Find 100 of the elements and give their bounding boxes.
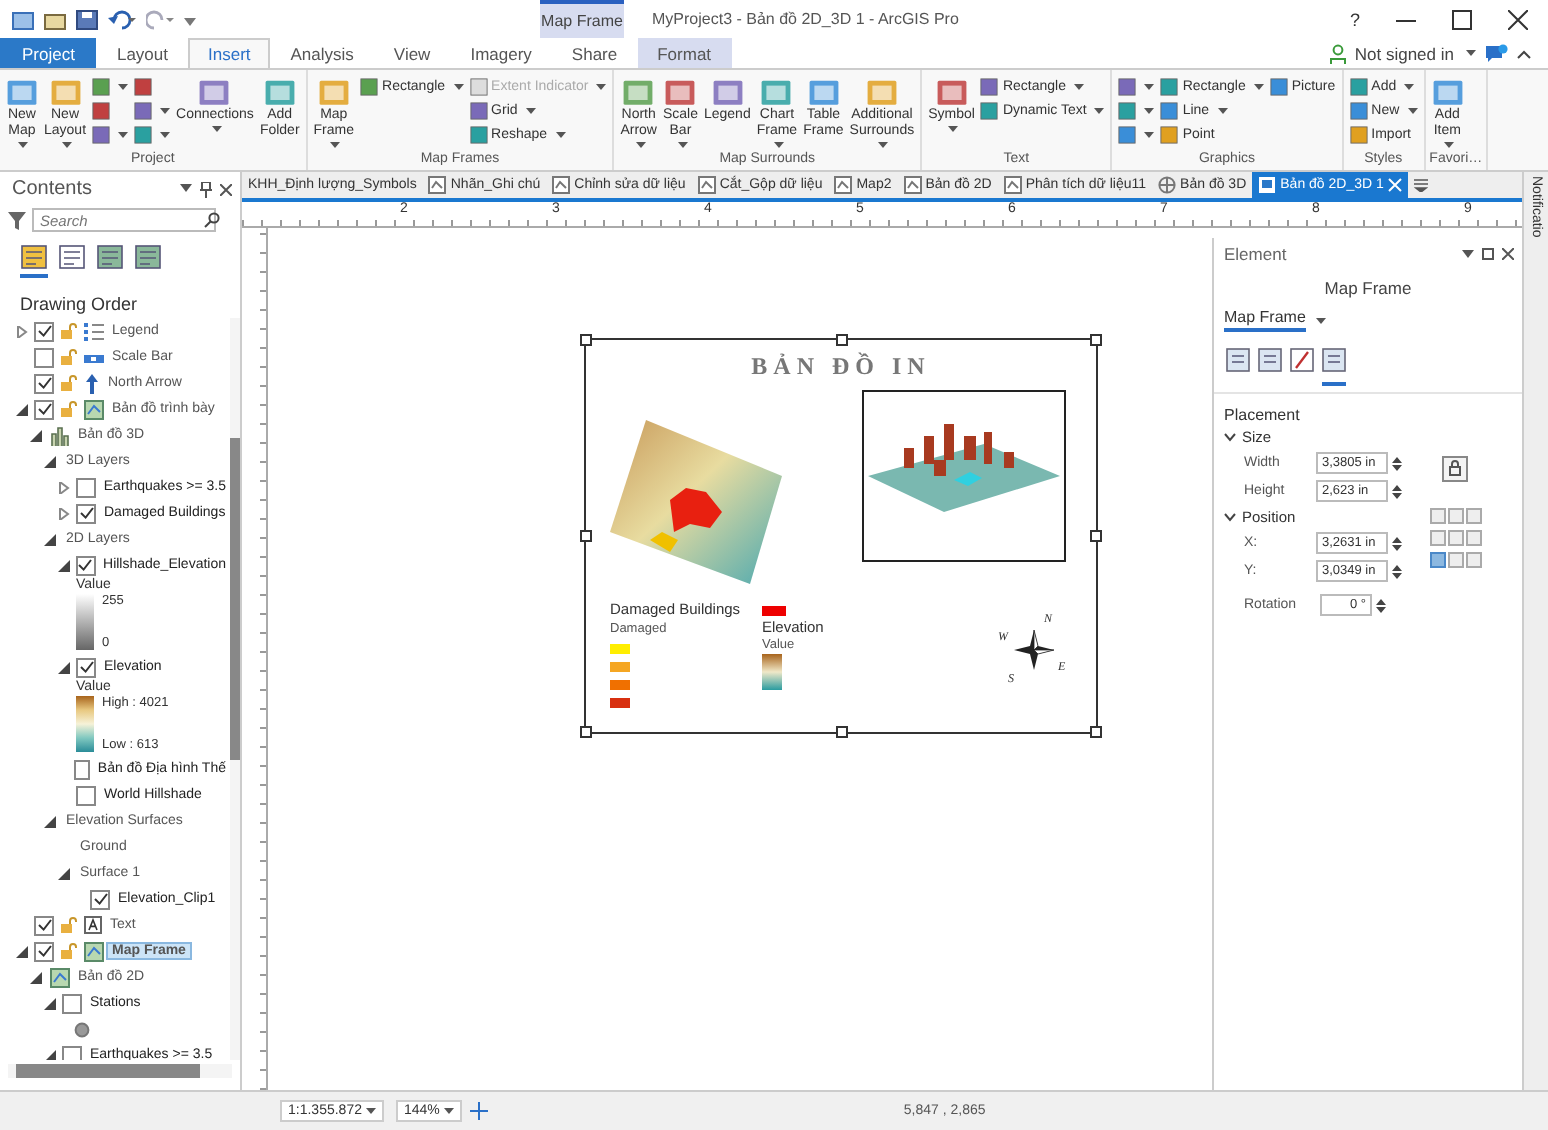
- collapse-arrow-icon[interactable]: [44, 533, 56, 545]
- expand-arrow-icon[interactable]: [58, 507, 70, 519]
- collapse-arrow-icon[interactable]: [44, 455, 56, 467]
- collapse-arrow-icon[interactable]: [30, 429, 42, 441]
- checkbox[interactable]: [73, 759, 90, 779]
- selection-handle[interactable]: [580, 726, 592, 738]
- checkbox[interactable]: [76, 785, 96, 805]
- open-folder-icon[interactable]: [44, 9, 66, 29]
- scrollbar[interactable]: [230, 318, 240, 1060]
- ribbon-tab[interactable]: Share: [551, 38, 638, 68]
- maximize-icon[interactable]: [1452, 9, 1472, 29]
- spinner-icon[interactable]: [1376, 597, 1386, 613]
- collapse-arrow-icon[interactable]: [44, 1049, 56, 1060]
- close-icon[interactable]: [1508, 9, 1528, 29]
- lock-icon[interactable]: [60, 322, 78, 340]
- collapse-chevron-icon[interactable]: [1224, 512, 1236, 522]
- collapse-arrow-icon[interactable]: [16, 403, 28, 415]
- ribbon-button[interactable]: [90, 124, 131, 146]
- ribbon-button[interactable]: [1116, 100, 1157, 122]
- selection-handle[interactable]: [1090, 334, 1102, 346]
- pan-icon[interactable]: [469, 1102, 488, 1120]
- checkbox[interactable]: [76, 555, 96, 575]
- checkbox[interactable]: [76, 477, 96, 497]
- ribbon-button[interactable]: [1116, 124, 1157, 146]
- spinner-icon[interactable]: [1392, 455, 1402, 471]
- notification-icon[interactable]: [1484, 43, 1508, 63]
- collapse-arrow-icon[interactable]: [58, 867, 70, 879]
- filter-icon[interactable]: [8, 211, 26, 229]
- checkbox[interactable]: [76, 503, 96, 523]
- save-icon[interactable]: [76, 9, 98, 29]
- checkbox[interactable]: [34, 321, 54, 341]
- spinner-icon[interactable]: [1392, 563, 1402, 579]
- checkbox[interactable]: [62, 1045, 82, 1060]
- redo-icon[interactable]: [146, 9, 174, 29]
- checkbox[interactable]: [76, 657, 96, 677]
- ribbon-button[interactable]: [132, 124, 173, 146]
- checkbox[interactable]: [34, 399, 54, 419]
- element-selector[interactable]: Map Frame: [1224, 308, 1306, 332]
- lock-icon[interactable]: [60, 348, 78, 366]
- checkbox[interactable]: [34, 915, 54, 935]
- lock-icon[interactable]: [60, 400, 78, 418]
- expand-arrow-icon[interactable]: [58, 481, 70, 493]
- collapse-arrow-icon[interactable]: [16, 945, 28, 957]
- checkbox[interactable]: [34, 373, 54, 393]
- selection-handle[interactable]: [1090, 726, 1102, 738]
- map-icon: [84, 941, 104, 961]
- close-icon[interactable]: [1502, 248, 1514, 260]
- ribbon-tab[interactable]: Insert: [188, 38, 271, 68]
- scrollbar[interactable]: [8, 1064, 232, 1078]
- maximize-icon[interactable]: [1482, 248, 1494, 260]
- lock-icon[interactable]: [60, 942, 78, 960]
- selection-handle[interactable]: [580, 334, 592, 346]
- pane-options-icon[interactable]: [1462, 249, 1474, 259]
- property-tab[interactable]: [1322, 348, 1346, 386]
- ribbon-button[interactable]: [1116, 76, 1157, 98]
- pane-options-icon[interactable]: [180, 184, 192, 194]
- ribbon-tab[interactable]: Format: [637, 38, 732, 68]
- collapse-ribbon-icon[interactable]: [1516, 47, 1532, 59]
- checkbox[interactable]: [34, 347, 54, 367]
- ribbon-tab[interactable]: Imagery: [450, 38, 552, 68]
- collapse-arrow-icon[interactable]: [58, 661, 70, 673]
- selection-handle[interactable]: [835, 726, 847, 738]
- tab-list-icon[interactable]: [1413, 178, 1428, 192]
- spinner-icon[interactable]: [1392, 535, 1402, 551]
- ribbon-tab[interactable]: View: [373, 38, 451, 68]
- aspect-lock-icon[interactable]: [1441, 456, 1467, 482]
- expand-arrow-icon[interactable]: [16, 325, 28, 337]
- ribbon-tab[interactable]: Analysis: [270, 38, 374, 68]
- view-tab[interactable]: [20, 244, 48, 278]
- undo-icon[interactable]: [108, 9, 136, 29]
- help-button[interactable]: ?: [1349, 9, 1360, 29]
- collapse-arrow-icon[interactable]: [44, 815, 56, 827]
- new-project-icon[interactable]: [12, 9, 34, 29]
- checkbox[interactable]: [90, 889, 110, 909]
- lock-icon[interactable]: [60, 916, 78, 934]
- checkbox[interactable]: [62, 993, 82, 1013]
- ribbon-tab[interactable]: Layout: [96, 38, 188, 68]
- collapse-arrow-icon[interactable]: [58, 559, 70, 571]
- lock-icon[interactable]: [60, 374, 78, 392]
- color-ramp: [76, 696, 94, 752]
- checkbox[interactable]: [34, 941, 54, 961]
- selection-handle[interactable]: [580, 530, 592, 542]
- ribbon-tab[interactable]: Project: [0, 38, 97, 68]
- collapse-arrow-icon[interactable]: [30, 971, 42, 983]
- selection-handle[interactable]: [1090, 530, 1102, 542]
- user-icon[interactable]: [1330, 43, 1347, 63]
- layout-icon: [1258, 176, 1277, 194]
- close-icon[interactable]: [220, 183, 232, 195]
- search-icon[interactable]: [204, 212, 220, 228]
- pin-icon[interactable]: [200, 181, 212, 197]
- ribbon-button[interactable]: [90, 76, 131, 98]
- selection-handle[interactable]: [835, 334, 847, 346]
- collapse-arrow-icon[interactable]: [44, 997, 56, 1009]
- customize-caret-icon[interactable]: [184, 13, 196, 25]
- spinner-icon[interactable]: [1392, 483, 1402, 499]
- collapse-chevron-icon[interactable]: [1224, 432, 1236, 442]
- ribbon-button[interactable]: [132, 100, 173, 122]
- account-menu[interactable]: Not signed in: [1354, 43, 1454, 63]
- caret-icon: [1466, 50, 1476, 56]
- map-icon: [697, 176, 716, 194]
